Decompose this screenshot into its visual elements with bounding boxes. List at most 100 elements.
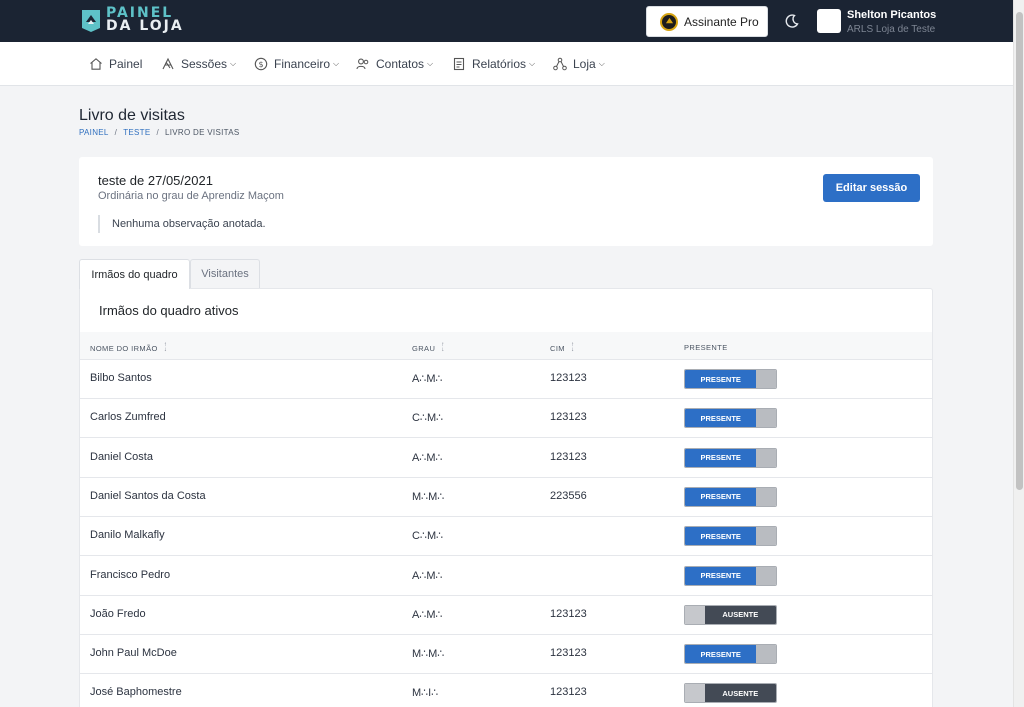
presence-toggle[interactable]: PRESENTE [684,369,777,389]
edit-session-button[interactable]: Editar sessão [823,174,920,202]
nav-label-loja: Loja [573,57,596,71]
nav-item-loja[interactable]: Loja ⌵ [553,57,605,71]
member-cim: 123123 [550,450,587,463]
table-row: Daniel Costa A∴M∴ 123123 PRESENTE [80,439,932,478]
nav-label-sessoes: Sessões [181,57,228,71]
logo-icon [80,8,102,33]
subscriber-pro-button[interactable]: Assinante Pro [646,6,768,37]
nav-item-painel[interactable]: Painel [89,57,142,71]
member-cim: 123123 [550,647,587,660]
sort-icon[interactable]: ↑ ↓ [441,342,444,353]
presence-toggle[interactable]: AUSENTE [684,604,777,625]
table-row: Bilbo Santos A∴M∴ 123123 PRESENTE [80,360,932,399]
toggle-knob [756,487,776,506]
member-name: Danilo Malkafly [90,529,165,542]
toggle-knob [685,605,705,624]
tab-visitantes[interactable]: Visitantes [190,259,260,288]
members-table-card: Irmãos do quadro ativos NOME DO IRMÃO ↑ ↓… [79,288,933,707]
logo[interactable]: PAINEL DA LOJA [80,6,184,33]
table-row: Francisco Pedro A∴M∴ PRESENTE [80,557,932,596]
user-name[interactable]: Shelton Picantos [847,9,936,21]
toggle-knob [756,645,776,664]
sort-icon[interactable]: ↑ ↓ [164,342,167,353]
member-grau: C∴M∴ [412,530,444,543]
toggle-knob [756,527,776,546]
member-name: Daniel Costa [90,450,153,463]
presence-toggle[interactable]: PRESENTE [684,565,777,586]
member-grau: A∴M∴ [412,451,443,464]
member-cim: 123123 [550,372,587,384]
tab-irmaos-do-quadro[interactable]: Irmãos do quadro [79,259,190,289]
member-name: Francisco Pedro [90,568,171,581]
column-header-name[interactable]: NOME DO IRMÃO ↑ ↓ [90,342,167,353]
nav-label-relatorios: Relatórios [472,57,527,71]
member-grau: A∴M∴ [412,373,443,385]
table-row: John Paul McDoe M∴M∴ 123123 PRESENTE [80,635,932,675]
nav-item-sessoes[interactable]: Sessões ⌵ [161,57,236,71]
dollar-icon: $ [254,57,268,71]
breadcrumb: PAINEL / TESTE / LIVRO DE VISITAS [79,128,240,137]
toggle-knob [685,684,705,703]
presence-toggle[interactable]: PRESENTE [684,644,777,665]
presence-toggle-label: PRESENTE [685,370,757,388]
member-name: John Paul McDoe [90,647,177,660]
member-name: Daniel Santos da Costa [90,489,206,502]
nav-item-financeiro[interactable]: $ Financeiro ⌵ [254,57,339,71]
column-header-presente: PRESENTE [684,343,728,352]
user-lodge: ARLS Loja de Teste [847,24,936,35]
page-scrollbar[interactable] [1013,0,1024,707]
presence-toggle-label: PRESENTE [685,448,757,467]
presence-toggle[interactable]: AUSENTE [684,683,777,704]
member-cim: 123123 [550,411,587,424]
report-icon [453,57,465,71]
svg-text:$: $ [258,60,263,69]
users-icon [356,58,369,70]
breadcrumb-painel[interactable]: PAINEL [79,128,109,137]
nav-item-relatorios[interactable]: Relatórios ⌵ [452,57,535,71]
presence-toggle-label: AUSENTE [704,605,776,624]
scrollbar-thumb[interactable] [1016,12,1023,490]
chevron-down-icon: ⌵ [598,59,605,68]
breadcrumb-current: LIVRO DE VISITAS [165,128,240,137]
chevron-down-icon: ⌵ [427,59,434,68]
nav-item-contatos[interactable]: Contatos ⌵ [356,57,433,71]
member-grau: C∴M∴ [412,412,444,425]
member-cim: 123123 [550,686,587,699]
session-subtitle: Ordinária no grau de Aprendiz Maçom [98,190,284,202]
nav-label-contatos: Contatos [376,57,425,71]
member-cim: 223556 [550,489,587,502]
presence-toggle-label: PRESENTE [685,409,757,428]
top-bar: PAINEL DA LOJA Assinante Pro Shelton Pic… [0,0,1013,42]
main-nav: Painel Sessões ⌵ $ Financeiro ⌵ Contatos… [0,42,1013,86]
table-row: Carlos Zumfred C∴M∴ 123123 PRESENTE [80,399,932,439]
member-grau: A∴M∴ [412,569,443,582]
presence-toggle[interactable]: PRESENTE [684,408,777,429]
column-header-cim[interactable]: CIM ↑ ↓ [550,342,574,353]
nav-label-painel: Painel [109,57,143,71]
presence-toggle[interactable]: PRESENTE [684,526,777,547]
nav-label-financeiro: Financeiro [274,57,331,71]
table-row: Danilo Malkafly C∴M∴ PRESENTE [80,517,932,557]
home-icon [90,58,102,70]
table-title: Irmãos do quadro ativos [99,303,239,318]
presence-toggle[interactable]: PRESENTE [684,486,777,507]
session-title: teste de 27/05/2021 [98,173,213,188]
table-row: José Baphomestre M∴I∴ 123123 AUSENTE [80,674,932,707]
network-icon [553,57,567,71]
toggle-knob [756,566,776,585]
toggle-knob [756,448,776,467]
dark-mode-moon-icon[interactable] [784,13,800,29]
breadcrumb-teste[interactable]: TESTE [123,128,150,137]
pro-badge-icon [660,12,678,31]
member-grau: M∴M∴ [412,648,445,661]
chevron-down-icon: ⌵ [333,59,340,68]
user-avatar[interactable] [817,9,841,33]
presence-toggle[interactable]: PRESENTE [684,447,777,468]
member-name: José Baphomestre [90,686,182,699]
table-row: João Fredo A∴M∴ 123123 AUSENTE [80,596,932,635]
presence-toggle-label: PRESENTE [685,645,757,664]
presence-toggle-label: PRESENTE [685,566,757,585]
column-header-grau[interactable]: GRAU ↑ ↓ [412,342,445,353]
sort-icon[interactable]: ↑ ↓ [571,342,574,353]
presence-toggle-label: PRESENTE [685,527,757,546]
